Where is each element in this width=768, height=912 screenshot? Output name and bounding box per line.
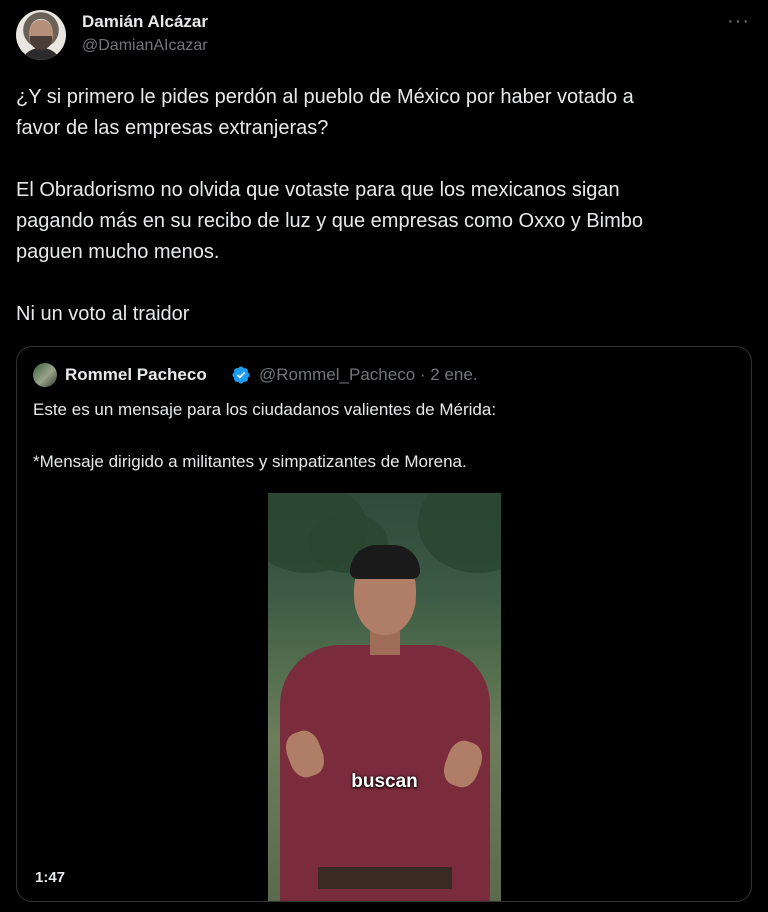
tweet-text: ¿Y si primero le pides perdón al pueblo … bbox=[16, 82, 746, 330]
quoted-author-avatar[interactable] bbox=[33, 363, 57, 387]
tweet-header: Damián Alcázar @DamianAIcazar ··· bbox=[16, 10, 752, 60]
quoted-tweet[interactable]: Rommel Pacheco @Rommel_Pacheco · 2 ene. … bbox=[16, 346, 752, 902]
video-duration: 1:47 bbox=[29, 867, 72, 888]
quoted-text: Este es un mensaje para los ciudadanos v… bbox=[33, 397, 733, 475]
author-avatar[interactable] bbox=[16, 10, 66, 60]
tweet-paragraph: ¿Y si primero le pides perdón al pueblo … bbox=[16, 86, 634, 139]
video-frame[interactable]: buscan bbox=[268, 493, 501, 901]
verified-badge-icon bbox=[232, 366, 250, 384]
video-player[interactable]: buscan 1:47 bbox=[17, 493, 751, 901]
more-options-icon[interactable]: ··· bbox=[727, 10, 750, 33]
quoted-paragraph: Este es un mensaje para los ciudadanos v… bbox=[33, 400, 497, 419]
quoted-author-meta[interactable]: @Rommel_Pacheco · 2 ene. bbox=[259, 365, 478, 385]
author-handle[interactable]: @DamianAIcazar bbox=[82, 37, 208, 55]
tweet-paragraph: El Obradorismo no olvida que votaste par… bbox=[16, 179, 643, 263]
quoted-author-name[interactable]: Rommel Pacheco bbox=[65, 365, 207, 385]
video-caption: buscan bbox=[351, 771, 418, 792]
quoted-paragraph: *Mensaje dirigido a militantes y simpati… bbox=[33, 452, 467, 471]
tweet-paragraph: Ni un voto al traidor bbox=[16, 303, 190, 325]
author-name[interactable]: Damián Alcázar bbox=[82, 12, 208, 32]
